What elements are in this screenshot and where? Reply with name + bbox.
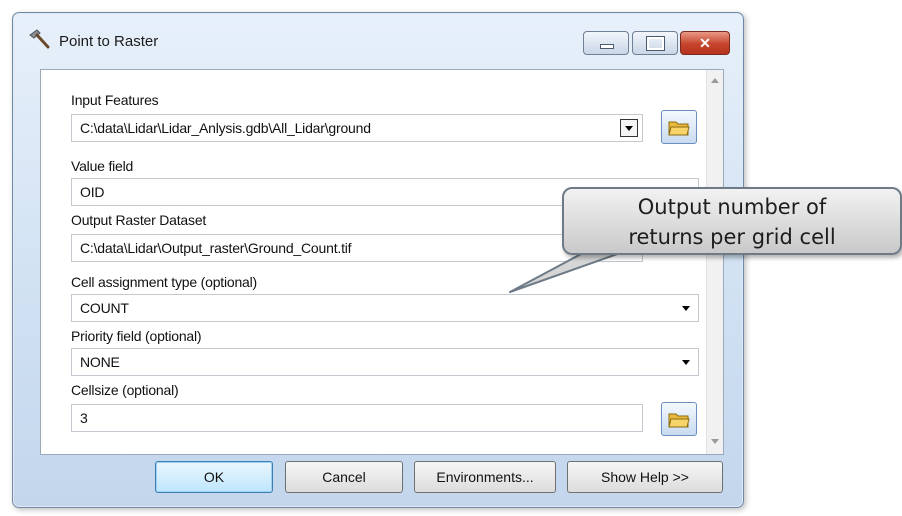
- cellsize-label: Cellsize (optional): [71, 382, 179, 398]
- cell-assignment-value: COUNT: [80, 300, 129, 316]
- priority-field-select[interactable]: NONE: [71, 348, 699, 376]
- minimize-icon: [600, 44, 614, 49]
- open-folder-icon: [668, 121, 690, 136]
- ok-button[interactable]: OK: [155, 461, 273, 493]
- parameters-panel: Input Features C:\data\Lidar\Lidar_Anlys…: [40, 69, 724, 455]
- vertical-scrollbar[interactable]: [706, 70, 723, 454]
- scroll-up-icon[interactable]: [711, 78, 719, 83]
- output-raster-value: C:\data\Lidar\Output_raster\Ground_Count…: [80, 240, 352, 256]
- input-features-dropdown-button[interactable]: [620, 119, 638, 137]
- output-raster-label: Output Raster Dataset: [71, 212, 207, 228]
- window-title: Point to Raster: [59, 33, 159, 50]
- callout-line-1: Output number of: [637, 195, 827, 219]
- value-field-value: OID: [80, 184, 105, 200]
- maximize-button[interactable]: [632, 31, 678, 55]
- cancel-button[interactable]: Cancel: [285, 461, 403, 493]
- callout-line-2: returns per grid cell: [628, 225, 836, 249]
- output-raster-input[interactable]: C:\data\Lidar\Output_raster\Ground_Count…: [71, 234, 643, 262]
- chevron-down-icon: [625, 126, 633, 131]
- minimize-button[interactable]: [583, 31, 629, 55]
- annotation-callout: Output number of returns per grid cell: [562, 187, 902, 255]
- cell-assignment-label: Cell assignment type (optional): [71, 274, 258, 290]
- scroll-down-icon[interactable]: [711, 439, 719, 444]
- show-help-button[interactable]: Show Help >>: [567, 461, 723, 493]
- title-bar[interactable]: Point to Raster ✕: [13, 13, 743, 67]
- input-features-combobox[interactable]: C:\data\Lidar\Lidar_Anlysis.gdb\All_Lida…: [71, 114, 643, 142]
- chevron-down-icon: [682, 360, 690, 365]
- environments-button[interactable]: Environments...: [414, 461, 556, 493]
- point-to-raster-dialog: Point to Raster ✕ Input Features C:\data…: [12, 12, 744, 508]
- priority-field-label: Priority field (optional): [71, 328, 202, 344]
- open-folder-icon: [668, 413, 690, 428]
- priority-field-value: NONE: [80, 354, 120, 370]
- maximize-icon: [646, 36, 665, 51]
- input-features-browse-button[interactable]: [661, 110, 697, 144]
- cellsize-browse-button[interactable]: [661, 402, 697, 436]
- cellsize-input[interactable]: 3: [71, 404, 643, 432]
- close-icon: ✕: [699, 35, 711, 51]
- cell-assignment-select[interactable]: COUNT: [71, 294, 699, 322]
- close-button[interactable]: ✕: [680, 31, 730, 55]
- hammer-icon: [27, 27, 51, 51]
- cellsize-value: 3: [80, 410, 88, 426]
- value-field-label: Value field: [71, 158, 134, 174]
- input-features-label: Input Features: [71, 92, 159, 108]
- input-features-value: C:\data\Lidar\Lidar_Anlysis.gdb\All_Lida…: [80, 120, 371, 136]
- chevron-down-icon: [682, 306, 690, 311]
